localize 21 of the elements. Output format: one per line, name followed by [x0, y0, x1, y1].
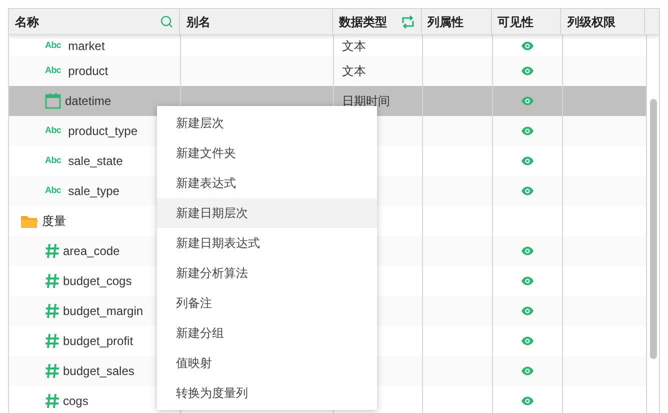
folder-name: 度量	[42, 213, 66, 230]
field-name: area_code	[63, 243, 120, 260]
data-type: 文本	[342, 63, 366, 80]
type-tag: Abc	[45, 38, 62, 52]
field-name: datetime	[65, 93, 112, 110]
field-name: budget_margin	[63, 303, 144, 320]
field-name: sale_type	[68, 183, 120, 200]
field-name: budget_sales	[63, 363, 134, 380]
data-type: 日期时间	[342, 93, 390, 110]
field-name: product	[68, 63, 108, 80]
field-name: cogs	[63, 393, 88, 410]
field-name: product_type	[68, 123, 138, 140]
data-type: 文本	[342, 38, 366, 54]
field-name: budget_profit	[63, 333, 134, 350]
type-tag: Abc	[45, 154, 62, 168]
type-tag: Abc	[45, 124, 62, 138]
field-name: budget_cogs	[63, 273, 132, 290]
type-tag: Abc	[45, 64, 62, 78]
field-name: market	[68, 38, 105, 54]
type-tag: Abc	[45, 184, 62, 198]
field-name: sale_state	[68, 153, 123, 170]
